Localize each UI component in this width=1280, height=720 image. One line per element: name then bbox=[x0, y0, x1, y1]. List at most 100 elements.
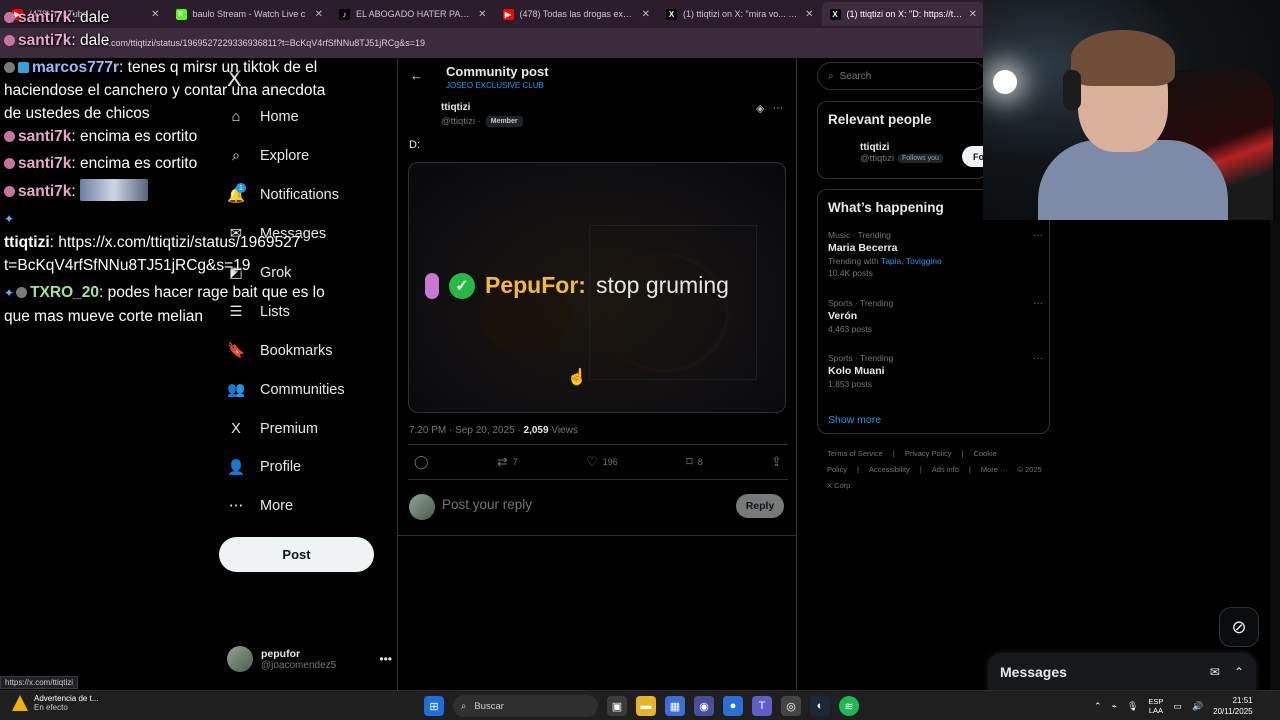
post-media-video[interactable]: ✓ PepuFor: stop gruming bbox=[408, 162, 786, 413]
account-switcher[interactable]: pepufor @joacomendez5 ••• bbox=[227, 643, 392, 675]
steam-icon[interactable]: ◐ bbox=[810, 696, 830, 716]
grok-floating-button[interactable]: ⊘ bbox=[1219, 607, 1259, 647]
system-tray: ⌃ ⌁ 🎙 ESP LAA ▭ 🔊 21:51 20/11/2025 bbox=[1094, 695, 1253, 717]
chat-username: santi7k bbox=[18, 155, 72, 172]
author-handle[interactable]: @ttiqtizi · bbox=[441, 116, 481, 127]
grok-icon[interactable]: ◈ bbox=[756, 102, 764, 115]
reply-button[interactable]: Reply bbox=[736, 494, 784, 518]
weather-warning-widget[interactable]: Advertencia de t... En efecto bbox=[12, 694, 98, 712]
search-input[interactable]: ⌕ Search bbox=[817, 62, 987, 90]
bookmarks-icon: 🔖 bbox=[226, 343, 246, 360]
close-tab-icon[interactable]: ✕ bbox=[969, 9, 977, 20]
nav-item-bookmarks[interactable]: 🔖 Bookmarks bbox=[222, 331, 397, 370]
chat-message: santi7k: dale bbox=[0, 6, 340, 29]
chat-message: santi7k: encima es cortito bbox=[0, 125, 340, 148]
nav-item-label: More bbox=[260, 498, 294, 515]
subscriber-badge-icon bbox=[4, 131, 15, 142]
avatar bbox=[227, 646, 253, 672]
close-tab-icon[interactable]: ✕ bbox=[478, 9, 486, 20]
windows-taskbar: Advertencia de t... En efecto ⊞ ⌕ Buscar… bbox=[0, 690, 1280, 720]
post-button[interactable]: Post bbox=[219, 537, 374, 572]
expand-chevron-icon[interactable]: ⌃ bbox=[1234, 665, 1244, 679]
post-timestamp[interactable]: 7:20 PM · Sep 20, 2025 · bbox=[409, 425, 521, 436]
communities-icon: 👥 bbox=[226, 382, 246, 399]
microphone-icon bbox=[425, 272, 439, 299]
clock[interactable]: 21:51 20/11/2025 bbox=[1213, 695, 1252, 717]
footer-link[interactable]: Privacy Policy bbox=[905, 449, 952, 458]
more-options-icon[interactable]: ••• bbox=[379, 652, 392, 666]
chat-message: ttiqtizi: https://x.com/ttiqtizi/status/… bbox=[0, 231, 340, 277]
task-view-icon[interactable]: ▣ bbox=[607, 696, 627, 716]
footer-separator: | bbox=[892, 449, 895, 458]
taskbar-search[interactable]: ⌕ Buscar bbox=[453, 695, 598, 717]
footer-link[interactable]: Ads info bbox=[932, 465, 959, 474]
browser-tab[interactable]: ▶ (478) Todas las drogas explicad ✕ bbox=[495, 2, 659, 26]
volume-icon[interactable]: 🔊 bbox=[1192, 701, 1203, 712]
repost-action[interactable]: ⇄ 7 bbox=[497, 454, 518, 470]
community-link[interactable]: JOSEO EXCLUSIVE CLUB bbox=[446, 81, 544, 90]
browser-tab[interactable]: X (1) ttiqtizi on X: "D: https://t.co ✕ bbox=[821, 2, 985, 26]
file-explorer-icon[interactable]: ▬ bbox=[636, 696, 656, 716]
tray-overflow-icon[interactable]: ⌃ bbox=[1094, 701, 1102, 712]
microphone-icon[interactable]: 🎙 bbox=[1127, 701, 1138, 712]
store-icon[interactable]: ▦ bbox=[665, 696, 685, 716]
nav-item-communities[interactable]: 👥 Communities bbox=[222, 370, 397, 409]
share-action[interactable]: ⇪ bbox=[771, 454, 782, 470]
moderator-badge-icon bbox=[4, 62, 15, 73]
relevant-person[interactable]: ttiqtizi @ttiqtizi Follows you bbox=[860, 142, 943, 164]
more-options-icon[interactable]: ··· bbox=[1033, 230, 1043, 241]
close-tab-icon[interactable]: ✕ bbox=[642, 9, 650, 20]
tab-title: (1) ttiqtizi on X: "mira vo... https: bbox=[683, 9, 800, 19]
windows-start-icon[interactable]: ⊞ bbox=[424, 696, 444, 716]
search-icon: ⌕ bbox=[461, 700, 467, 712]
trend-item[interactable]: Music · Trending Maria Becerra Trending … bbox=[828, 230, 1043, 278]
footer-link[interactable]: Accessibility bbox=[869, 465, 910, 474]
reply-input[interactable] bbox=[442, 497, 722, 512]
more-options-icon[interactable]: ··· bbox=[1033, 353, 1043, 364]
trend-with-links[interactable]: Tapia, Tovigginο bbox=[881, 256, 942, 266]
taskbar-apps: ⊞ ⌕ Buscar ▣ ▬ ▦ ◉ ● T ◎ ◐ ≋ bbox=[424, 695, 859, 717]
more-options-icon[interactable]: ··· bbox=[772, 102, 783, 115]
nav-item-more[interactable]: ⋯ More bbox=[222, 487, 397, 526]
back-arrow-icon[interactable]: ← bbox=[410, 68, 423, 83]
moderator-badge-icon bbox=[16, 287, 28, 298]
page-scrollbar[interactable] bbox=[1270, 220, 1280, 690]
chrome-icon[interactable]: ● bbox=[723, 696, 743, 716]
chat-text: : encima es cortito bbox=[71, 128, 198, 145]
trend-post-count: 4,463 posts bbox=[828, 324, 872, 334]
nav-item-label: Profile bbox=[260, 459, 302, 476]
close-tab-icon[interactable]: ✕ bbox=[805, 9, 813, 20]
nav-item-profile[interactable]: 👤 Profile bbox=[222, 448, 397, 487]
teams-icon[interactable]: T bbox=[752, 696, 772, 716]
more-options-icon[interactable]: ··· bbox=[1033, 298, 1043, 309]
language-indicator[interactable]: ESP LAA bbox=[1148, 697, 1163, 715]
bookmark-action[interactable]: ⌑ 8 bbox=[686, 454, 703, 470]
clock-date: 20/11/2025 bbox=[1213, 707, 1253, 716]
footer-link[interactable]: Terms of Service bbox=[827, 449, 883, 458]
new-message-icon[interactable]: ✉ bbox=[1210, 665, 1220, 679]
app-icon[interactable]: ◎ bbox=[781, 696, 801, 716]
caption-text: stop gruming bbox=[595, 272, 729, 298]
footer-link[interactable]: More ··· bbox=[981, 465, 1008, 474]
display-icon[interactable]: ▭ bbox=[1173, 701, 1182, 712]
spotify-icon[interactable]: ≋ bbox=[839, 696, 859, 716]
browser-tab[interactable]: X (1) ttiqtizi on X: "mira vo... https: ✕ bbox=[658, 2, 822, 26]
trend-item[interactable]: Sports · Trending Kolo Muani 1,853 posts… bbox=[828, 353, 1043, 389]
webcam-lamp bbox=[993, 70, 1017, 94]
nav-item-premium[interactable]: X Premium bbox=[222, 409, 397, 448]
reply-action[interactable]: ◯ bbox=[414, 454, 429, 470]
nav-item-label: Communities bbox=[260, 381, 345, 398]
author-name[interactable]: ttiqtizi bbox=[441, 102, 470, 113]
bookmark-count: 8 bbox=[697, 457, 703, 467]
subscriber-badge-icon bbox=[4, 186, 15, 197]
clock-time: 21:51 bbox=[1232, 696, 1253, 705]
discord-icon[interactable]: ◉ bbox=[694, 696, 714, 716]
chat-text: : encima es cortito bbox=[71, 155, 198, 172]
network-icon[interactable]: ⌁ bbox=[1112, 701, 1117, 712]
trend-item[interactable]: Sports · Trending Verón 4,463 posts ··· bbox=[828, 298, 1043, 334]
messages-drawer[interactable]: Messages ✉ ⌃ bbox=[988, 653, 1256, 690]
like-action[interactable]: ♡ 196 bbox=[586, 454, 618, 470]
show-more-link[interactable]: Show more bbox=[828, 414, 881, 426]
browser-tab[interactable]: ♪ EL ABOGADO HATER PART2 #p ✕ bbox=[331, 2, 495, 26]
keyboard-layout: LAA bbox=[1148, 706, 1163, 715]
